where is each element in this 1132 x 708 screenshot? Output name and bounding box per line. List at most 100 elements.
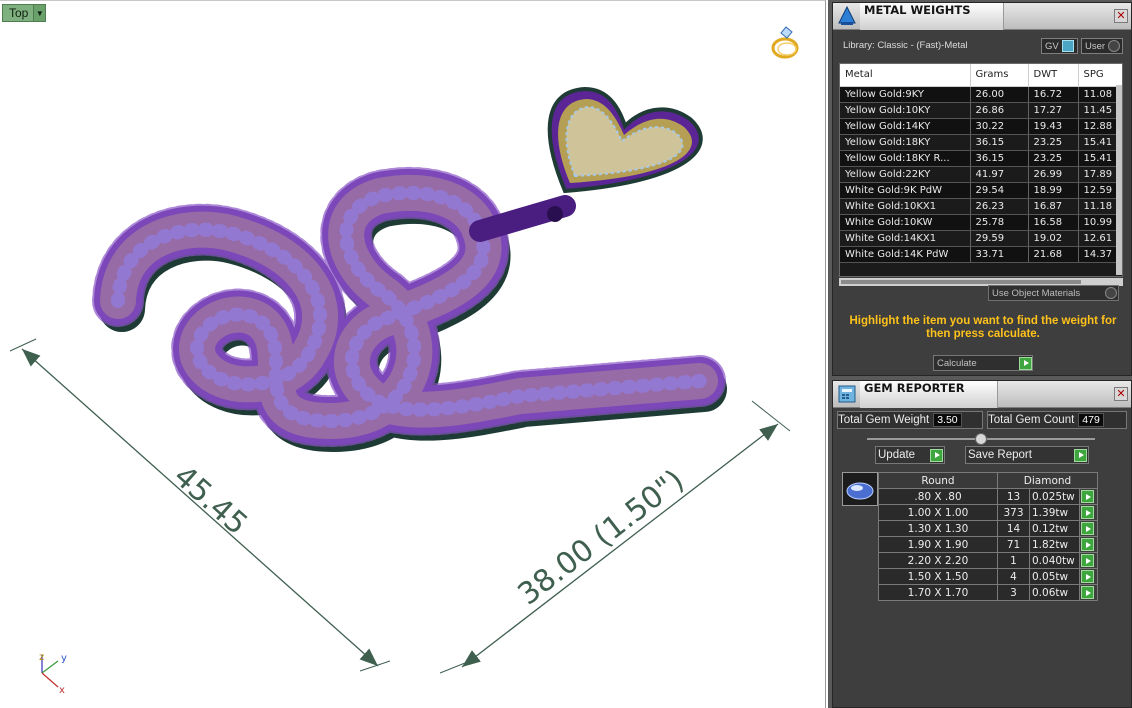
table-row[interactable]: White Gold:14KX1 29.59 19.02 12.61	[840, 230, 1122, 247]
gem-reporter-title: GEM REPORTER	[860, 380, 998, 408]
table-cell: Yellow Gold:9KY	[840, 86, 971, 103]
close-icon[interactable]: ✕	[1114, 9, 1128, 23]
play-arrow-icon	[1081, 490, 1094, 503]
table-row[interactable]: 1.00 X 1.00 373 1.39tw	[878, 504, 1098, 521]
gem-count-cell: 373	[997, 504, 1030, 521]
slider-thumb[interactable]	[975, 433, 987, 445]
select-row-button[interactable]	[1079, 584, 1098, 601]
save-report-button[interactable]: Save Report	[965, 446, 1089, 464]
table-row[interactable]: 1.70 X 1.70 3 0.06tw	[878, 584, 1098, 601]
table-cell: White Gold:14KX1	[840, 230, 971, 247]
table-row[interactable]: 1.90 X 1.90 71 1.82tw	[878, 536, 1098, 553]
gem-ctw-cell: 1.82tw	[1029, 536, 1080, 553]
column-header[interactable]: Metal	[840, 64, 971, 87]
column-header[interactable]: Grams	[970, 64, 1029, 87]
select-row-button[interactable]	[1079, 568, 1098, 585]
table-cell: 26.99	[1028, 166, 1079, 183]
3d-viewport[interactable]: 45.45 38.00 (1.50") Top ▼ z y x	[0, 0, 826, 708]
table-row[interactable]: Yellow Gold:22KY 41.97 26.99 17.89	[840, 166, 1122, 183]
table-row[interactable]: Yellow Gold:18KY R... 36.15 23.25 15.41	[840, 150, 1122, 167]
calculate-button[interactable]: Calculate	[933, 355, 1033, 371]
table-cell: 29.59	[970, 230, 1029, 247]
close-icon[interactable]: ✕	[1114, 387, 1128, 401]
table-cell: 18.99	[1028, 182, 1079, 199]
svg-text:45.45: 45.45	[167, 459, 254, 542]
column-header[interactable]: SPG	[1078, 64, 1122, 87]
table-cell: 19.43	[1028, 118, 1079, 135]
table-row[interactable]: White Gold:10KW 25.78 16.58 10.99	[840, 214, 1122, 231]
select-row-button[interactable]	[1079, 536, 1098, 553]
metal-weights-titlebar[interactable]: METAL WEIGHTS ✕	[833, 2, 1131, 30]
user-toggle[interactable]: User	[1081, 38, 1123, 54]
play-arrow-icon	[1081, 586, 1094, 599]
table-cell: 26.00	[970, 86, 1029, 103]
total-gem-count-value: 479	[1078, 413, 1104, 427]
table-row[interactable]: 1.50 X 1.50 4 0.05tw	[878, 568, 1098, 585]
table-row[interactable]: Yellow Gold:9KY 26.00 16.72 11.08	[840, 86, 1122, 103]
table-cell: 29.54	[970, 182, 1029, 199]
gem-count-cell: 4	[997, 568, 1030, 585]
metal-table-header: Metal Grams DWT SPG	[840, 64, 1122, 87]
view-name-label: Top	[9, 6, 29, 20]
view-name-dropdown[interactable]: Top ▼	[2, 4, 47, 22]
table-cell: Yellow Gold:14KY	[840, 118, 971, 135]
svg-text:x: x	[59, 685, 65, 696]
gem-count-cell: 14	[997, 520, 1030, 537]
table-row[interactable]: 1.30 X 1.30 14 0.12tw	[878, 520, 1098, 537]
column-header[interactable]: DWT	[1028, 64, 1079, 87]
gem-ctw-cell: 1.39tw	[1029, 504, 1080, 521]
table-cell: Yellow Gold:18KY	[840, 134, 971, 151]
table-cell: 30.22	[970, 118, 1029, 135]
chevron-down-icon[interactable]: ▼	[33, 5, 46, 21]
total-gem-count: Total Gem Count 479	[987, 411, 1127, 429]
table-cell: 21.68	[1028, 246, 1079, 263]
toggle-knob	[1061, 40, 1074, 52]
svg-text:38.00 (1.50"): 38.00 (1.50")	[512, 463, 691, 612]
select-row-button[interactable]	[1079, 504, 1098, 521]
gem-reporter-titlebar[interactable]: GEM REPORTER ✕	[833, 380, 1131, 408]
play-arrow-icon	[1074, 448, 1087, 462]
gem-ctw-cell: 0.06tw	[1029, 584, 1080, 601]
round-gem-icon[interactable]	[842, 472, 878, 506]
play-arrow-icon	[1019, 356, 1032, 370]
ring-icon[interactable]	[766, 23, 804, 63]
scale-icon	[834, 4, 860, 29]
table-row[interactable]: 2.20 X 2.20 1 0.040tw	[878, 552, 1098, 569]
play-arrow-icon	[1081, 538, 1094, 551]
metal-table: Metal Grams DWT SPG Yellow Gold:9KY 26.00…	[839, 63, 1123, 277]
total-gem-weight-value: 3.50	[933, 413, 962, 427]
table-row[interactable]: .80 X .80 13 0.025tw	[878, 488, 1098, 505]
play-arrow-icon	[1081, 522, 1094, 535]
table-row[interactable]: Yellow Gold:10KY 26.86 17.27 11.45	[840, 102, 1122, 119]
table-cell: 16.87	[1028, 198, 1079, 215]
table-row[interactable]: White Gold:10KX1 26.23 16.87 11.18	[840, 198, 1122, 215]
table-cell: Yellow Gold:22KY	[840, 166, 971, 183]
select-row-button[interactable]	[1079, 488, 1098, 505]
table-cell: 33.71	[970, 246, 1029, 263]
select-row-button[interactable]	[1079, 520, 1098, 537]
vertical-scrollbar[interactable]	[1116, 85, 1122, 275]
gem-ctw-cell: 0.12tw	[1029, 520, 1080, 537]
total-gem-weight: Total Gem Weight 3.50	[837, 411, 983, 429]
table-row[interactable]: Yellow Gold:14KY 30.22 19.43 12.88	[840, 118, 1122, 135]
gem-ctw-cell: 0.05tw	[1029, 568, 1080, 585]
gem-table: Round Diamond .80 X .80 13 0.025tw 1.00 X 1…	[878, 472, 1098, 601]
svg-text:z: z	[39, 652, 44, 663]
scrollbar-thumb[interactable]	[841, 280, 1081, 284]
gv-toggle[interactable]: GV	[1041, 38, 1078, 54]
gem-ctw-cell: 0.025tw	[1029, 488, 1080, 505]
table-row[interactable]: Yellow Gold:18KY 36.15 23.25 15.41	[840, 134, 1122, 151]
toggle-knob	[1105, 287, 1117, 299]
metal-weights-panel: METAL WEIGHTS ✕ Library: Classic - (Fast…	[832, 2, 1132, 376]
metal-weights-title: METAL WEIGHTS	[860, 2, 1004, 30]
update-button[interactable]: Update	[875, 446, 945, 464]
gem-count-cell: 71	[997, 536, 1030, 553]
select-row-button[interactable]	[1079, 552, 1098, 569]
use-object-materials-toggle[interactable]: Use Object Materials	[988, 285, 1119, 301]
jewelry-model-scene[interactable]: 45.45 38.00 (1.50")	[0, 1, 826, 708]
gem-type-header: Diamond	[997, 472, 1098, 489]
size-slider[interactable]	[867, 433, 1095, 445]
table-row[interactable]: White Gold:14K PdW 33.71 21.68 14.37	[840, 246, 1122, 263]
table-cell: White Gold:10KW	[840, 214, 971, 231]
table-row[interactable]: White Gold:9K PdW 29.54 18.99 12.59	[840, 182, 1122, 199]
